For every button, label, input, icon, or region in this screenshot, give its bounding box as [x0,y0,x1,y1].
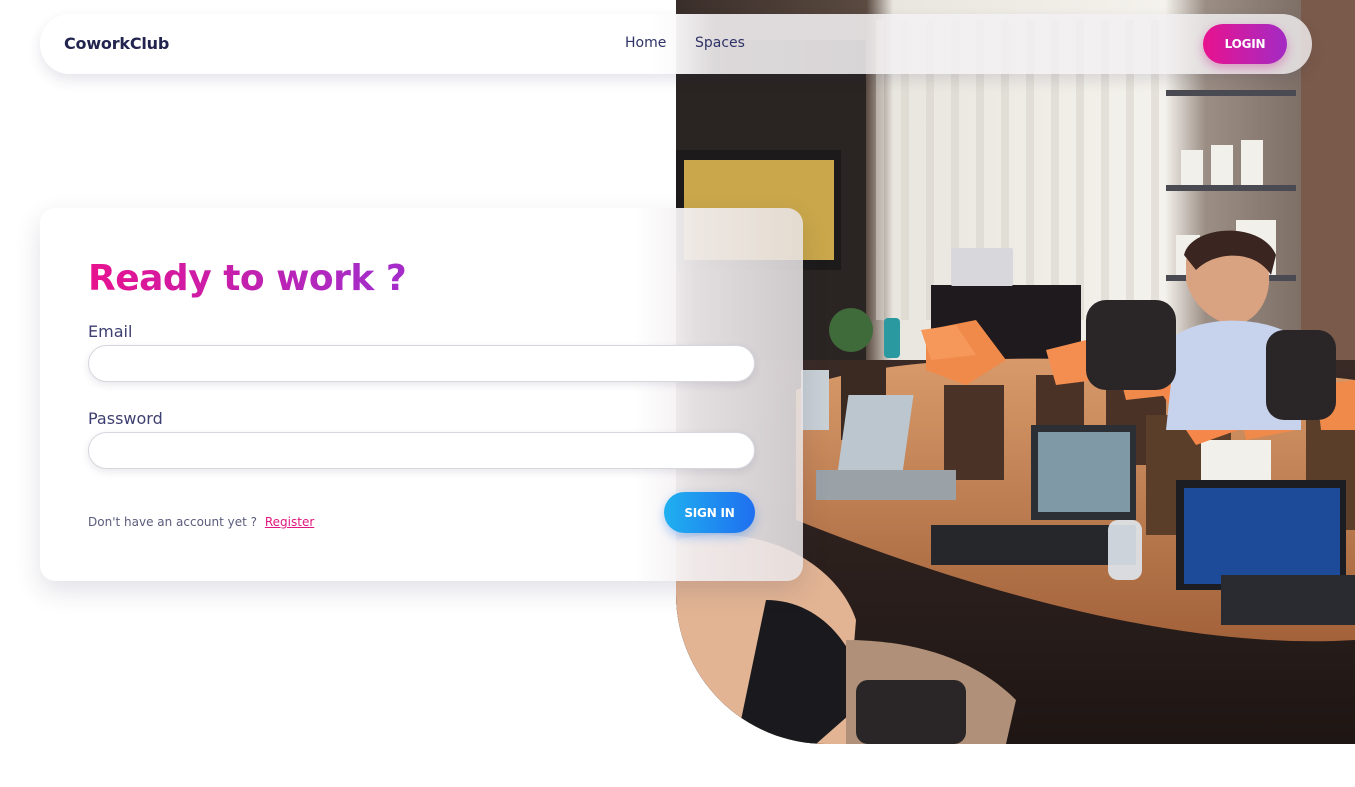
email-field[interactable] [88,345,755,382]
top-navbar: CoworkClub Home Spaces LOGIN [40,14,1312,74]
register-link[interactable]: Register [265,515,314,529]
login-card: Ready to work ? Email Password Don't hav… [40,208,803,581]
page-title: Ready to work ? [88,258,407,299]
nav-link-home[interactable]: Home [625,35,666,51]
brand-logo[interactable]: CoworkClub [64,34,169,53]
email-label: Email [88,322,133,341]
password-field[interactable] [88,432,755,469]
nav-link-spaces[interactable]: Spaces [695,35,745,51]
no-account-text: Don't have an account yet ? [88,515,258,529]
register-prompt: Don't have an account yet ? Register [88,515,314,529]
sign-in-button[interactable]: SIGN IN [664,492,755,533]
password-label: Password [88,409,163,428]
login-button[interactable]: LOGIN [1203,24,1287,64]
